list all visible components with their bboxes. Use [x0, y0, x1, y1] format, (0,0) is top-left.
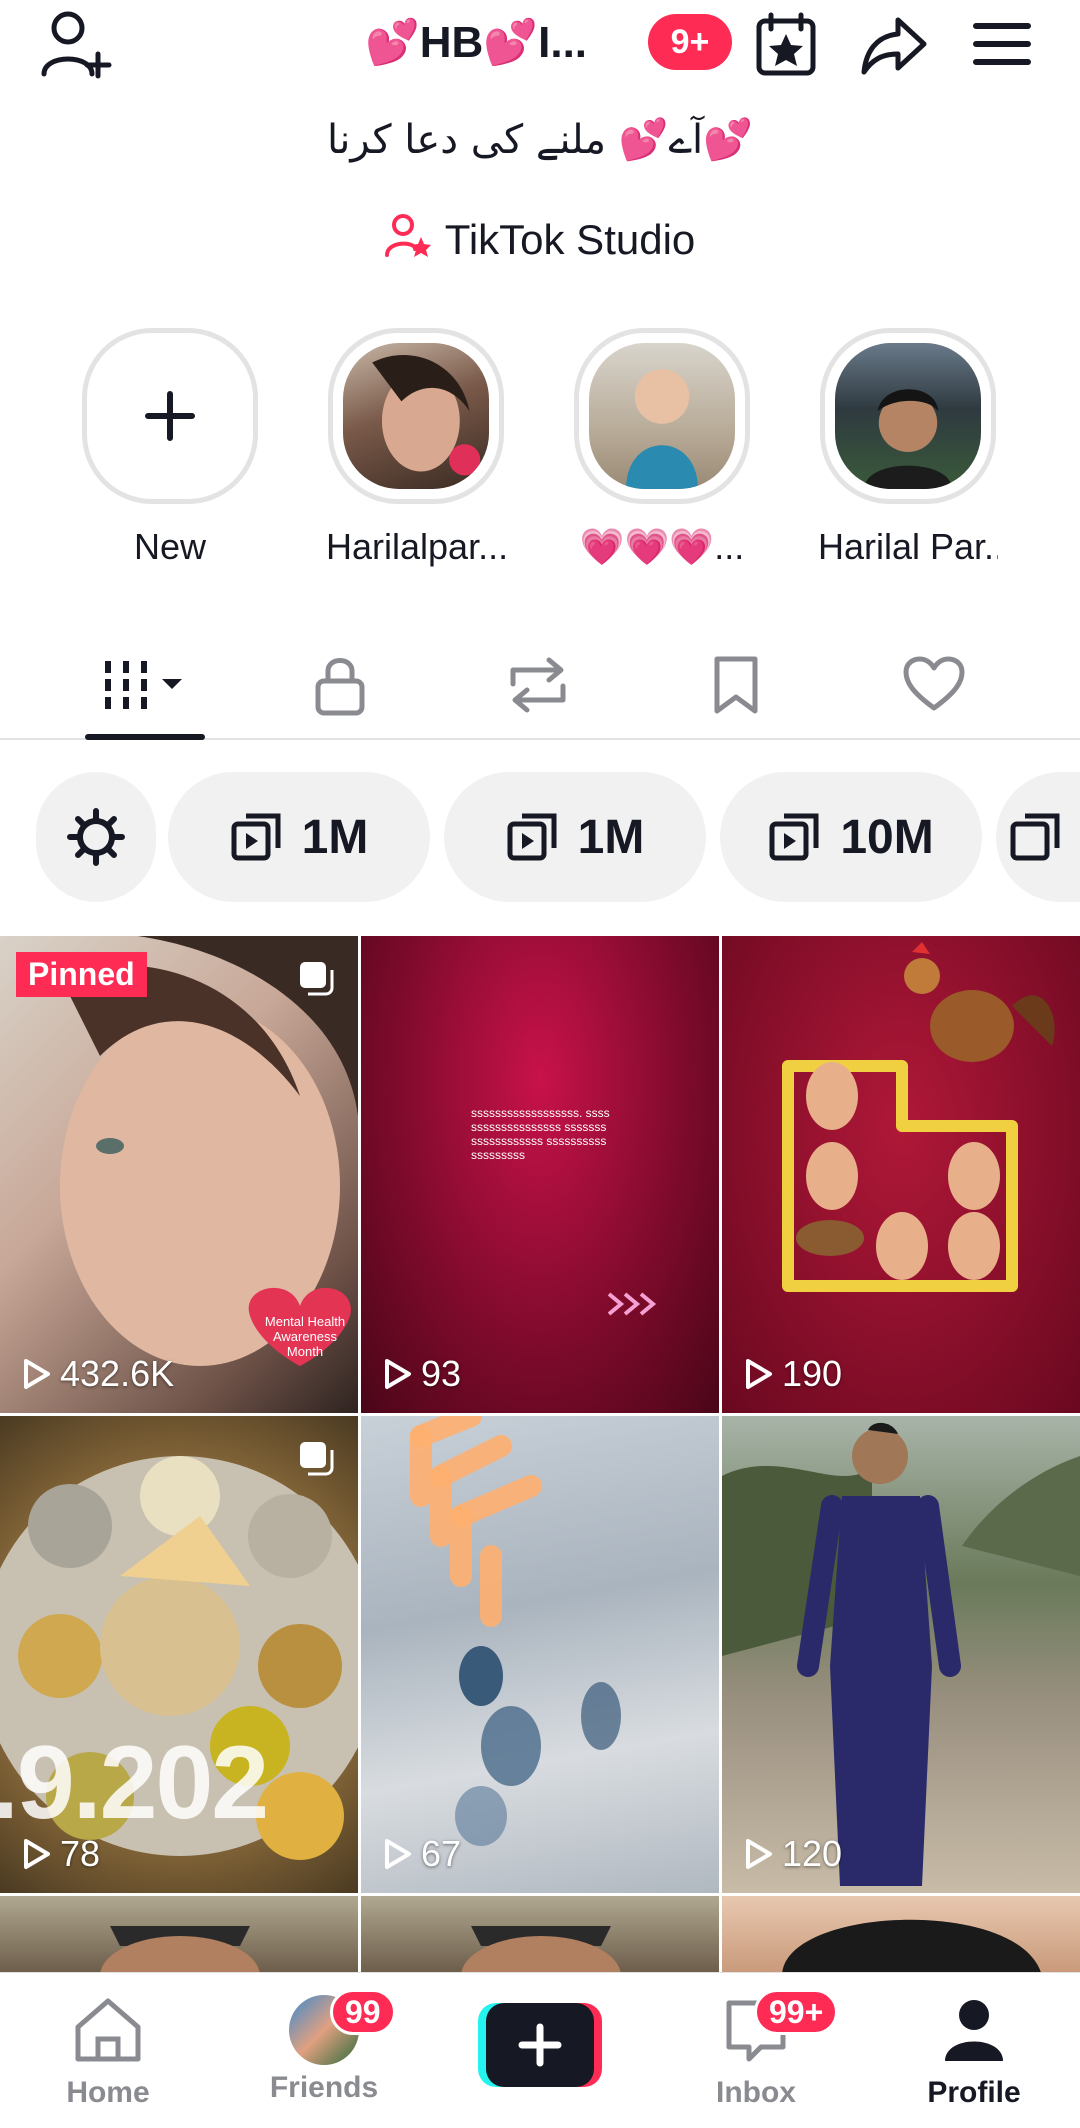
chip-playlist-4[interactable]: [996, 772, 1080, 902]
studio-label: TikTok Studio: [444, 216, 696, 263]
thumbnail-image: [722, 1422, 1080, 1886]
plus-icon: [478, 2003, 602, 2087]
story-highlight-2[interactable]: 💗💗💗...: [572, 328, 752, 568]
active-tab-indicator: [85, 734, 205, 740]
chip-settings[interactable]: [36, 772, 156, 902]
add-friend-icon[interactable]: [36, 6, 116, 86]
chip-playlist-3[interactable]: 10M: [720, 772, 982, 902]
video-thumbnail[interactable]: 67: [361, 1416, 719, 1893]
chip-label: 1M: [577, 810, 645, 864]
playlist-icon: [1010, 813, 1060, 861]
nav-label: Friends: [269, 2071, 379, 2104]
thumbnail-image: [782, 1919, 1042, 1976]
heart-icon: [903, 656, 965, 711]
story-label: 💗💗💗...: [579, 526, 745, 567]
home-icon: [75, 1998, 141, 2062]
video-thumbnail[interactable]: [722, 1896, 1080, 1976]
nav-label: Inbox: [716, 2076, 796, 2109]
multi-photo-icon: [300, 962, 334, 996]
nav-home[interactable]: Home: [28, 1995, 188, 2110]
video-thumbnail[interactable]: ssssssssssssssssss. sssssssssssssssssss …: [361, 936, 719, 1413]
nav-label: Profile: [927, 2076, 1021, 2109]
play-icon: [746, 1359, 772, 1389]
bottom-navigation: Home 99 Friends 99+ Inbox Profile: [0, 1972, 1080, 2128]
play-icon: [24, 1359, 50, 1389]
story-thumbnail: [372, 355, 481, 476]
view-count: 78: [18, 1833, 100, 1875]
menu-icon[interactable]: [964, 6, 1040, 82]
video-thumbnail[interactable]: .9.202 78: [0, 1416, 358, 1893]
playlist-icon: [507, 813, 557, 861]
thumbnail-image: [410, 1416, 621, 1846]
inbox-badge: 99+: [754, 1989, 839, 2035]
chip-label: 1M: [301, 810, 369, 864]
top-bar: 💕HB💕I... 9+: [0, 0, 1080, 90]
thumbnail-image: [782, 942, 1055, 1292]
nav-profile[interactable]: Profile: [894, 1995, 1054, 2110]
pinned-badge: Pinned: [16, 952, 147, 997]
settings-icon: [67, 808, 125, 866]
view-count: 432.6K: [18, 1353, 174, 1395]
tab-reposts[interactable]: [478, 650, 598, 720]
view-count: 67: [379, 1833, 461, 1875]
grid-icon: [105, 661, 182, 709]
story-label: New: [133, 526, 207, 567]
playlist-icon: [231, 813, 281, 861]
nav-friends[interactable]: 99 Friends: [244, 1989, 404, 2105]
play-icon: [746, 1839, 772, 1869]
chip-label: 10M: [840, 810, 934, 864]
story-new[interactable]: New: [80, 328, 260, 568]
video-thumbnail[interactable]: 120: [722, 1416, 1080, 1893]
overlay-text: .9.202: [0, 1725, 269, 1841]
profile-bio: آے💕 ملنے کی دعا کرنا💕: [327, 117, 753, 163]
multi-photo-icon: [300, 1442, 334, 1476]
bookmark-icon: [714, 656, 758, 714]
overlay-text: Mental Health Awareness Month: [264, 1314, 346, 1359]
nav-inbox[interactable]: 99+ Inbox: [676, 1989, 839, 2110]
profile-username[interactable]: 💕HB💕I...: [365, 12, 605, 72]
tab-videos[interactable]: [85, 650, 205, 720]
story-highlight-3[interactable]: Harilal Par...: [818, 328, 998, 568]
tab-favorites[interactable]: [676, 650, 796, 720]
story-highlight-1[interactable]: Harilalpar...: [326, 328, 506, 568]
thumbnail-image: [461, 1926, 621, 1976]
repost-icon: [510, 657, 566, 713]
create-button[interactable]: [478, 2003, 602, 2087]
friends-badge: 99: [330, 1989, 396, 2035]
playlist-icon: [769, 813, 819, 861]
video-thumbnail[interactable]: Pinned Mental Health Awareness Month 432…: [0, 936, 358, 1413]
video-thumbnail[interactable]: [361, 1896, 719, 1976]
overlay-text: ssssssssssssssssss. sssssssssssssssssss …: [471, 1106, 610, 1162]
calendar-star-icon[interactable]: [748, 6, 824, 82]
share-icon[interactable]: [856, 6, 932, 82]
story-label: Harilal Par...: [818, 526, 998, 567]
profile-icon: [945, 2000, 1003, 2061]
play-icon: [24, 1839, 50, 1869]
story-label: Harilalpar...: [326, 526, 506, 567]
play-icon: [385, 1359, 411, 1389]
chip-playlist-2[interactable]: 1M: [444, 772, 706, 902]
play-icon: [385, 1839, 411, 1869]
video-thumbnail[interactable]: 190: [722, 936, 1080, 1413]
profile-tabs: [0, 630, 1080, 740]
notification-badge[interactable]: 9+: [648, 14, 732, 70]
view-count: 120: [740, 1833, 842, 1875]
filter-chips: 1M 1M 10M: [0, 772, 1080, 902]
chip-playlist-1[interactable]: 1M: [168, 772, 430, 902]
thumbnail-image: [100, 1926, 260, 1976]
creator-star-icon: [384, 211, 433, 269]
tiktok-studio-link[interactable]: TikTok Studio: [0, 210, 1080, 270]
arrows-icon: [607, 1292, 657, 1316]
tab-liked[interactable]: [874, 650, 994, 720]
nav-label: Home: [66, 2076, 150, 2109]
view-count: 93: [379, 1353, 461, 1395]
story-thumbnail: [864, 389, 952, 489]
tab-private[interactable]: [280, 650, 400, 720]
video-thumbnail[interactable]: [0, 1896, 358, 1976]
plus-icon: [145, 391, 195, 441]
lock-icon: [315, 658, 365, 716]
story-thumbnail: [625, 369, 699, 489]
view-count: 190: [740, 1353, 842, 1395]
